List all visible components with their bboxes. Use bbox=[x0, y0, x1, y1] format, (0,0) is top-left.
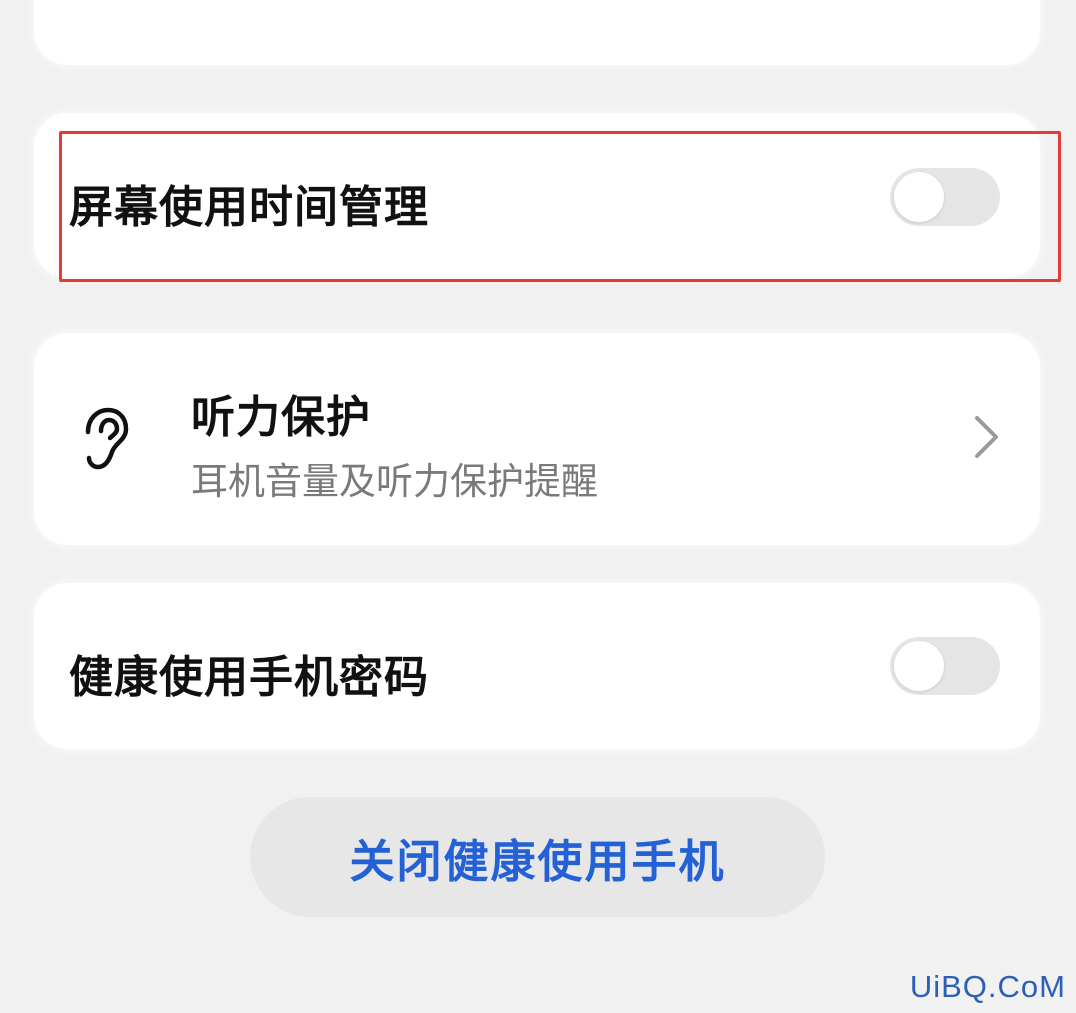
health-password-label: 健康使用手机密码 bbox=[69, 652, 429, 703]
top-card-partial bbox=[34, 0, 1040, 65]
hearing-protection-subtitle: 耳机音量及听力保护提醒 bbox=[191, 460, 598, 503]
chevron-right-icon[interactable] bbox=[968, 414, 1004, 460]
hearing-protection-title: 听力保护 bbox=[191, 392, 371, 443]
health-password-toggle[interactable] bbox=[890, 637, 1000, 695]
close-healthy-usage-button[interactable]: 关闭健康使用手机 bbox=[250, 797, 825, 917]
highlight-frame bbox=[59, 131, 1061, 282]
hearing-protection-card[interactable]: 听力保护 耳机音量及听力保护提醒 bbox=[34, 333, 1040, 545]
ear-icon bbox=[85, 407, 129, 470]
toggle-knob bbox=[894, 641, 944, 691]
watermark: UiBQ.CoM bbox=[909, 969, 1066, 1004]
health-password-card[interactable]: 健康使用手机密码 bbox=[34, 583, 1040, 749]
